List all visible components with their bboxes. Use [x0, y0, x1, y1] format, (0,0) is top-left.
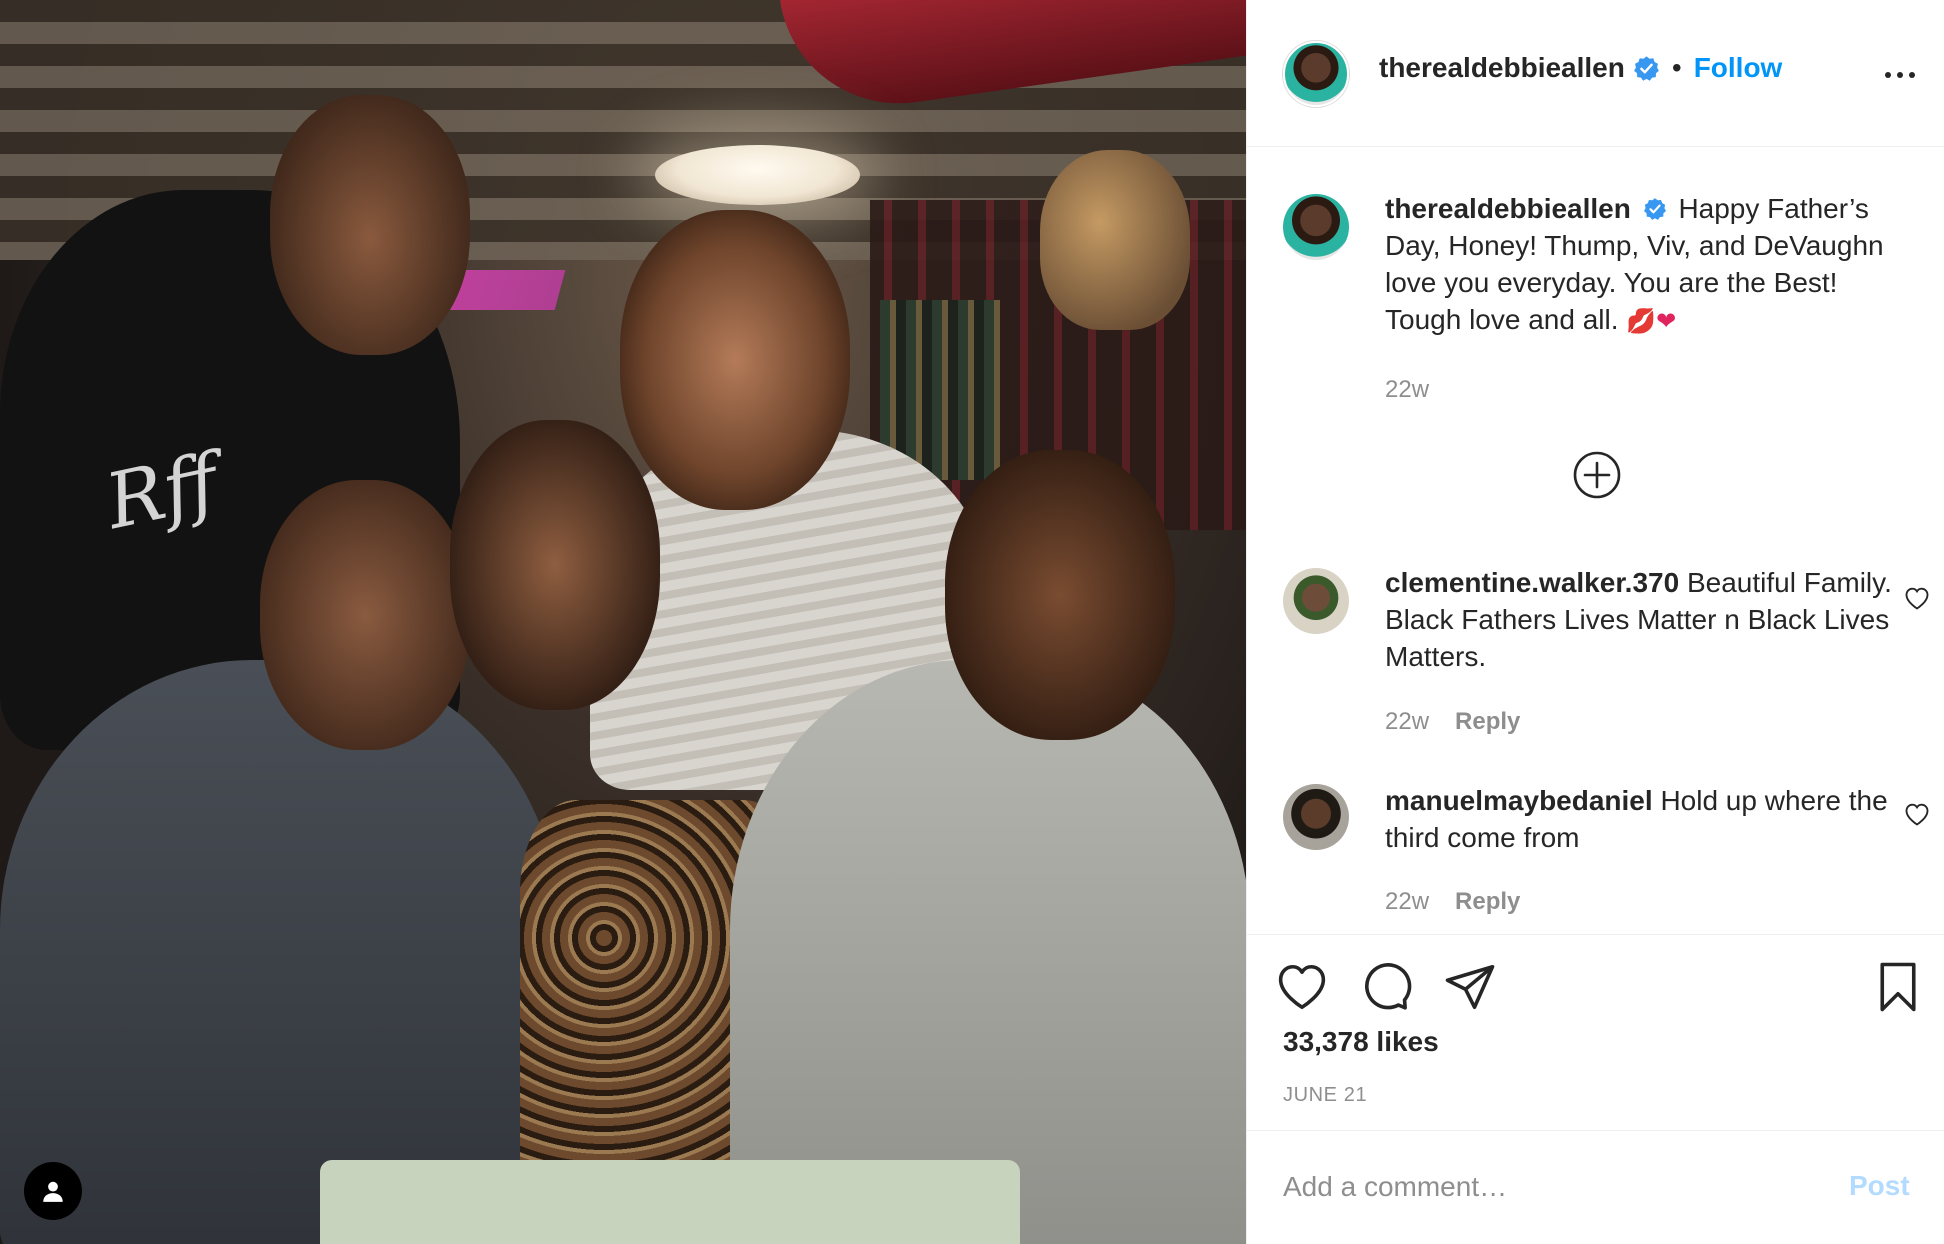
reply-button[interactable]: Reply: [1455, 708, 1520, 736]
photo-lamp: [655, 145, 860, 205]
photo-person-leopard-dress-head: [450, 420, 660, 710]
comment-text: manuelmaybedaniel Hold up where the thir…: [1385, 782, 1905, 856]
post-header: therealdebbieallen • Follow: [1247, 0, 1944, 147]
comment-avatar[interactable]: [1283, 568, 1349, 634]
photo-table: [320, 1160, 1020, 1244]
paper-plane-icon[interactable]: [1443, 960, 1497, 1014]
post-date[interactable]: JUNE 21: [1283, 1084, 1367, 1107]
photo-person-hoodie-head: [270, 95, 470, 355]
reply-button[interactable]: Reply: [1455, 888, 1520, 916]
user-tag-button[interactable]: [24, 1162, 82, 1220]
likes-count[interactable]: 33,378 likes: [1283, 1026, 1439, 1058]
add-comment-bar: Post: [1247, 1132, 1944, 1244]
user-tag-icon: [43, 1181, 63, 1202]
heart-icon[interactable]: [1275, 960, 1329, 1014]
caption-text: therealdebbieallen Happy Father’s Day, H…: [1385, 190, 1905, 340]
photo-statue: [1040, 150, 1190, 330]
header-separator: •: [1671, 52, 1682, 83]
photo-person-father-head: [260, 480, 470, 750]
bookmark-icon[interactable]: [1871, 960, 1925, 1014]
caption-emojis: 💋❤: [1626, 307, 1677, 335]
photo-person-grey-sweater: [730, 660, 1246, 1244]
more-options-icon[interactable]: [1877, 60, 1923, 90]
comment-time[interactable]: 22w: [1385, 708, 1429, 736]
comment-like-heart-icon[interactable]: [1903, 585, 1931, 611]
post-photo[interactable]: Rff: [0, 0, 1246, 1244]
follow-button[interactable]: Follow: [1694, 52, 1783, 84]
comments-list[interactable]: therealdebbieallen Happy Father’s Day, H…: [1247, 148, 1944, 935]
caption-username[interactable]: therealdebbieallen: [1385, 193, 1631, 224]
plus-circle-icon[interactable]: [1572, 450, 1622, 500]
header-user: therealdebbieallen • Follow: [1379, 52, 1782, 84]
post-sidebar: therealdebbieallen • Follow therealdebbi…: [1246, 0, 1944, 1244]
comment-input[interactable]: [1283, 1162, 1823, 1212]
comment-bubble-icon[interactable]: [1359, 960, 1413, 1014]
photo-person-father: [0, 660, 560, 1244]
instagram-post: Rff therealdebbieallen • Follow thereald…: [0, 0, 1944, 1244]
comment-text: clementine.walker.370 Beautiful Family. …: [1385, 564, 1905, 675]
post-actions: 33,378 likes JUNE 21: [1247, 936, 1944, 1131]
caption-meta: 22w: [1385, 376, 1429, 404]
photo-person-sweater-head: [620, 210, 850, 510]
post-comment-button[interactable]: Post: [1849, 1170, 1910, 1202]
comment-time[interactable]: 22w: [1385, 888, 1429, 916]
comment-username[interactable]: clementine.walker.370: [1385, 567, 1679, 598]
comment-meta: 22w Reply: [1385, 708, 1520, 736]
comment-meta: 22w Reply: [1385, 888, 1520, 916]
photo-person-grey-sweater-head: [945, 450, 1175, 740]
author-username[interactable]: therealdebbieallen: [1379, 52, 1625, 84]
comment-username[interactable]: manuelmaybedaniel: [1385, 785, 1653, 816]
verified-badge-icon: [1634, 55, 1659, 81]
comment-like-heart-icon[interactable]: [1903, 801, 1931, 827]
caption-time[interactable]: 22w: [1385, 376, 1429, 404]
comment-avatar[interactable]: [1283, 784, 1349, 850]
caption-avatar[interactable]: [1283, 194, 1349, 260]
author-avatar[interactable]: [1283, 41, 1349, 107]
verified-badge-icon: [1643, 198, 1666, 220]
